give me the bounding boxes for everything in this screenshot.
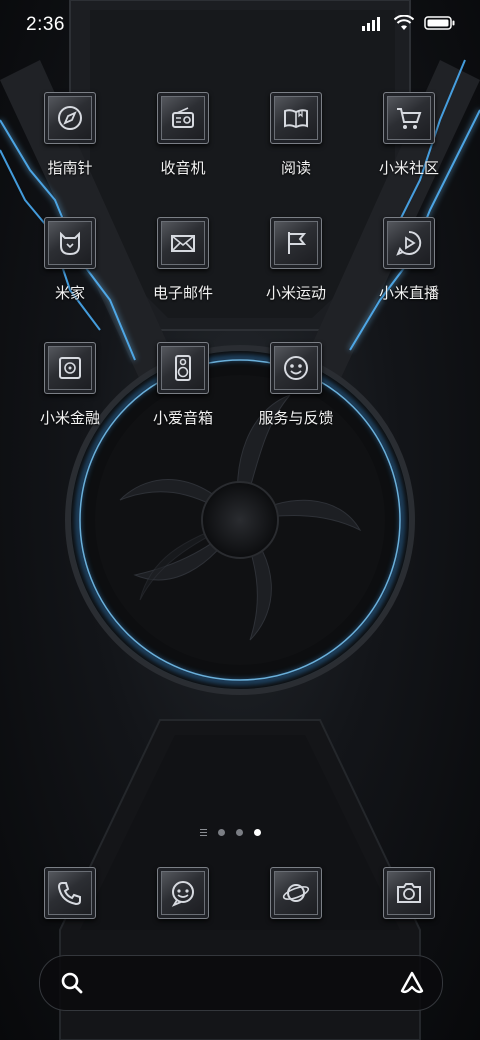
search-icon[interactable] xyxy=(60,971,84,995)
page-dot[interactable] xyxy=(218,829,225,836)
app-compass[interactable]: 指南针 xyxy=(15,92,125,202)
app-label: 指南针 xyxy=(47,159,93,177)
app-label: 小米运动 xyxy=(265,284,326,302)
signal-icon xyxy=(362,17,380,31)
feedback-icon xyxy=(284,356,308,380)
page-indicator[interactable] xyxy=(200,829,261,836)
battery-icon xyxy=(424,16,455,30)
app-mi-community[interactable]: 小米社区 xyxy=(354,92,464,202)
message-icon xyxy=(171,881,194,907)
status-bar: 2:36 xyxy=(0,0,480,50)
app-label: 小米金融 xyxy=(39,409,100,427)
app-label: 小爱音箱 xyxy=(152,409,213,427)
app-mijia[interactable]: 米家 xyxy=(15,217,125,327)
speaker-icon xyxy=(175,355,191,381)
flag-icon xyxy=(288,232,307,254)
status-icons xyxy=(362,15,456,31)
shopping-cart-icon xyxy=(397,108,422,129)
search-bar[interactable] xyxy=(39,955,443,1011)
phone-icon xyxy=(57,882,81,906)
page-dot-active[interactable] xyxy=(254,829,261,836)
book-icon xyxy=(284,109,308,129)
play-bubble-icon xyxy=(396,230,422,256)
app-label: 小米社区 xyxy=(378,159,439,177)
radio-icon xyxy=(172,107,194,128)
app-email[interactable]: 电子邮件 xyxy=(128,217,238,327)
safe-icon xyxy=(59,357,81,379)
camera-icon xyxy=(397,883,421,903)
page-dot[interactable] xyxy=(236,829,243,836)
app-reading[interactable]: 阅读 xyxy=(241,92,351,202)
app-radio[interactable]: 收音机 xyxy=(128,92,238,202)
app-label: 电子邮件 xyxy=(152,284,213,302)
app-label: 阅读 xyxy=(280,159,311,177)
compass-icon xyxy=(58,106,82,130)
app-mi-live[interactable]: 小米直播 xyxy=(354,217,464,327)
app-xiaoai-speaker[interactable]: 小爱音箱 xyxy=(128,342,238,452)
status-time: 2:36 xyxy=(26,14,65,35)
mijia-icon xyxy=(60,231,80,256)
wifi-icon xyxy=(394,15,414,30)
xiaoai-icon[interactable] xyxy=(398,970,426,996)
app-service-feedback[interactable]: 服务与反馈 xyxy=(241,342,351,452)
page-list-icon[interactable] xyxy=(200,829,207,836)
app-label: 米家 xyxy=(54,284,85,302)
browser-planet-icon xyxy=(282,884,310,902)
app-label: 服务与反馈 xyxy=(258,409,334,427)
app-label: 小米直播 xyxy=(378,284,439,302)
mail-icon xyxy=(171,235,195,252)
home-screen: 2:36 指南针 收音机 阅读 小米社区 米家 电子邮件 小米运动 小米直播 小… xyxy=(0,0,480,1040)
app-mi-fit[interactable]: 小米运动 xyxy=(241,217,351,327)
app-mi-finance[interactable]: 小米金融 xyxy=(15,342,125,452)
app-label: 收音机 xyxy=(160,159,206,177)
